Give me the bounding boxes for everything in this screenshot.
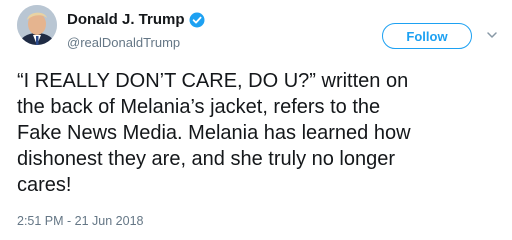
tweet-text-line: “I REALLY DON’T CARE, DO U?” written on xyxy=(17,70,409,92)
tweet-timestamp[interactable]: 2:51 PM - 21 Jun 2018 xyxy=(17,214,143,228)
tweet-text: “I REALLY DON’T CARE, DO U?” written on … xyxy=(17,68,499,198)
follow-button[interactable]: Follow xyxy=(382,23,472,49)
author-name-row: Donald J. Trump xyxy=(67,11,205,28)
avatar[interactable] xyxy=(17,5,57,45)
tweet-text-line: Fake News Media. Melania has learned how xyxy=(17,122,411,144)
tweet-text-line: the back of Melania’s jacket, refers to … xyxy=(17,96,381,118)
author-handle[interactable]: @realDonaldTrump xyxy=(67,35,180,50)
tweet-card: Donald J. Trump @realDonaldTrump Follow … xyxy=(0,0,512,240)
tweet-text-line: dishonest they are, and she truly no lon… xyxy=(17,148,396,170)
author-display-name[interactable]: Donald J. Trump xyxy=(67,11,185,28)
verified-badge-icon xyxy=(189,12,205,28)
chevron-down-icon[interactable] xyxy=(486,29,498,41)
tweet-text-line: cares! xyxy=(17,174,72,196)
profile-photo-icon xyxy=(17,5,57,45)
